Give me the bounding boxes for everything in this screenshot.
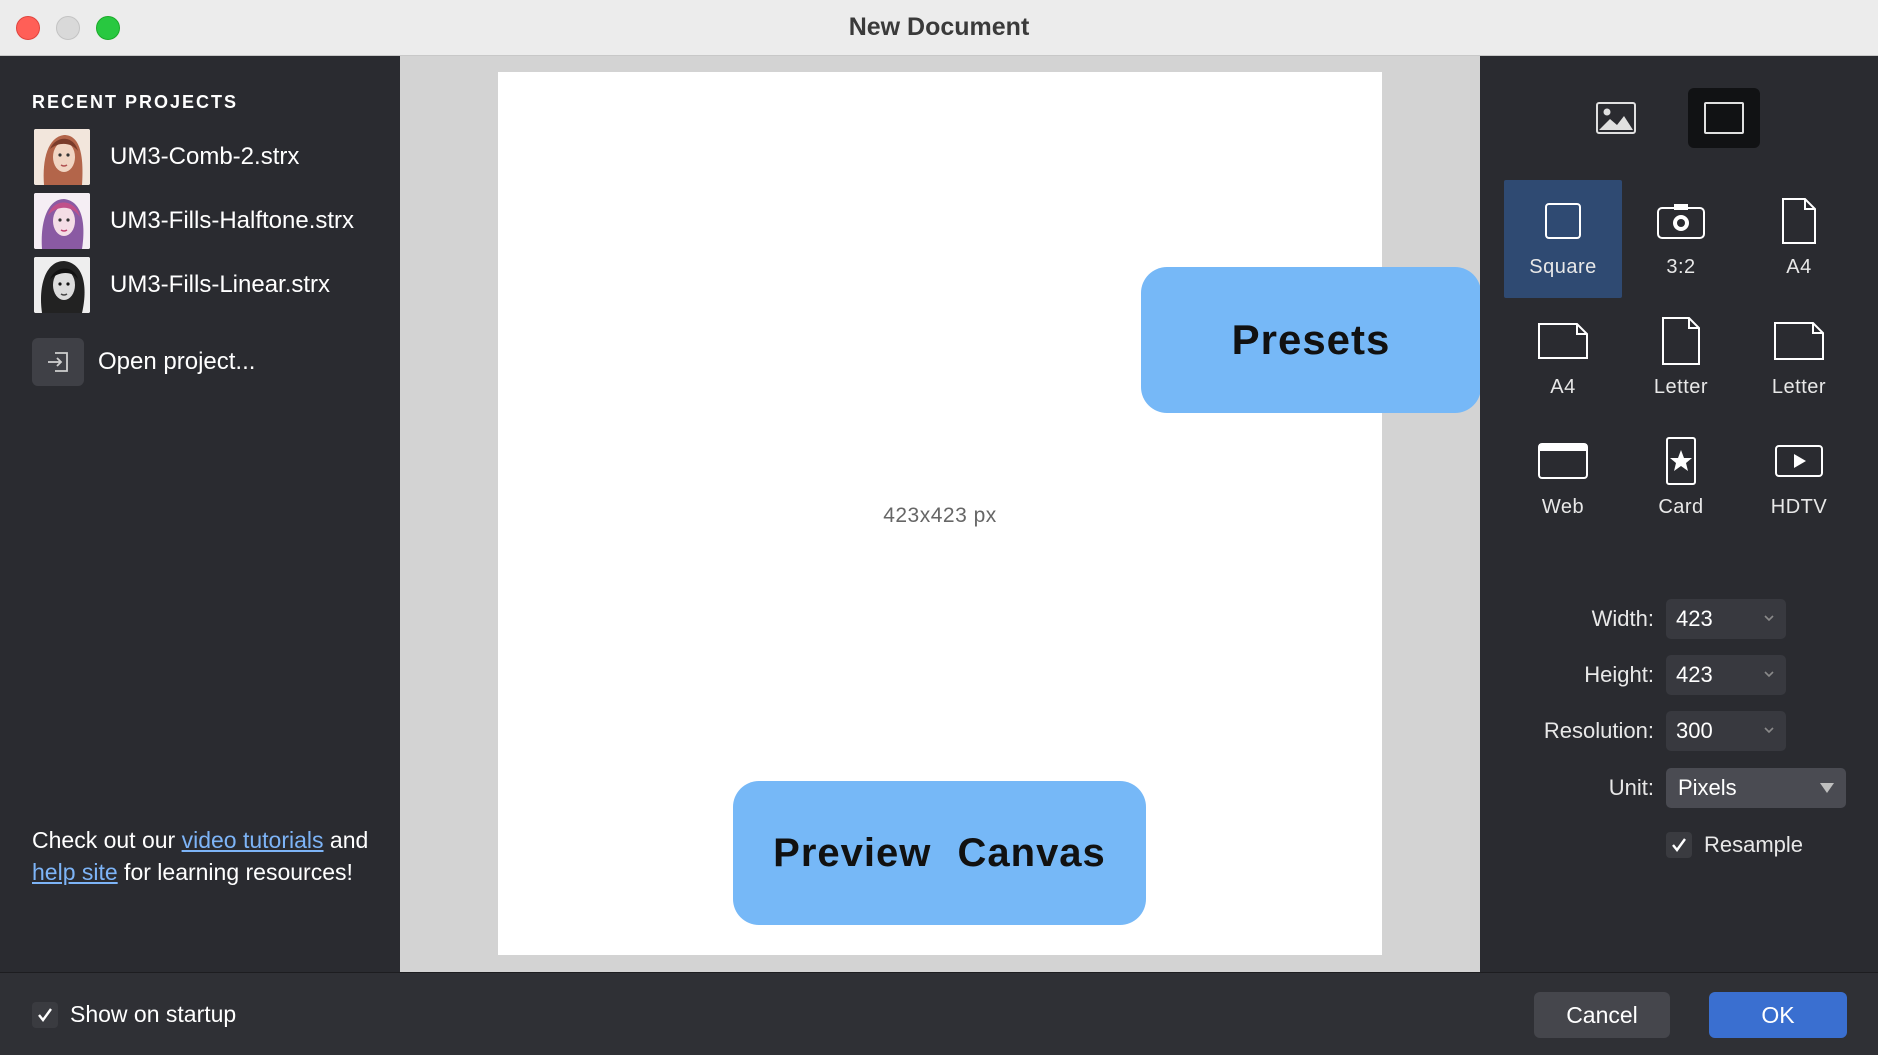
window-title: New Document <box>848 13 1030 41</box>
preset-letter-landscape[interactable]: Letter <box>1740 300 1858 418</box>
cancel-button[interactable]: Cancel <box>1534 992 1670 1038</box>
project-name: UM3-Comb-2.strx <box>110 143 300 170</box>
preset-label: Letter <box>1771 376 1827 398</box>
blank-canvas-button[interactable] <box>1688 88 1760 148</box>
show-on-startup-label: Show on startup <box>70 1001 237 1027</box>
project-thumbnail <box>34 193 90 249</box>
portrait-page-icon <box>1782 198 1816 244</box>
settings-panel: Square 3:2 A4 A4 Letter Letter Web Card … <box>1480 56 1878 972</box>
blank-canvas-icon <box>1704 102 1744 134</box>
help-text: Check out our video tutorials and help s… <box>32 824 372 888</box>
unit-label: Unit: <box>1608 775 1654 800</box>
preset-hdtv[interactable]: HDTV <box>1740 420 1858 538</box>
camera-icon <box>1657 204 1705 239</box>
unit-value: Pixels <box>1678 775 1737 800</box>
landscape-page-icon <box>1774 322 1824 360</box>
recent-project-item[interactable]: UM3-Fills-Halftone.strx <box>34 193 394 249</box>
recent-projects-heading: RECENT PROJECTS <box>32 92 239 112</box>
width-value: 423 <box>1676 606 1713 631</box>
resolution-label: Resolution: <box>1543 718 1654 743</box>
ok-button[interactable]: OK <box>1709 992 1847 1038</box>
dropdown-arrow-icon <box>1820 783 1834 793</box>
help-site-link[interactable]: help site <box>32 859 118 885</box>
preset-letter-portrait[interactable]: Letter <box>1622 300 1740 418</box>
video-tutorials-link[interactable]: video tutorials <box>182 827 324 853</box>
portrait-page-icon <box>1662 317 1700 365</box>
open-project-label: Open project... <box>98 348 256 375</box>
preset-label: A4 <box>1550 376 1576 398</box>
preset-label: HDTV <box>1770 496 1828 518</box>
unit-select[interactable]: Pixels <box>1666 768 1846 808</box>
recent-projects-sidebar: RECENT PROJECTS UM3-Comb-2.strx UM3-Fill… <box>0 56 400 972</box>
help-text-prefix: Check out our <box>32 827 182 853</box>
play-screen-icon <box>1775 445 1823 477</box>
help-text-mid: and <box>323 827 369 853</box>
preset-label: 3:2 <box>1666 256 1696 278</box>
recent-project-item[interactable]: UM3-Fills-Linear.strx <box>34 257 394 313</box>
browser-window-icon <box>1538 443 1588 479</box>
preset-square[interactable]: Square <box>1504 180 1622 298</box>
preset-label: Web <box>1541 496 1585 518</box>
open-file-icon <box>32 338 84 386</box>
width-label: Width: <box>1591 606 1654 631</box>
preset-a4-portrait[interactable]: A4 <box>1740 180 1858 298</box>
show-on-startup-checkbox[interactable]: Show on startup <box>32 1001 236 1028</box>
preset-card[interactable]: Card <box>1622 420 1740 538</box>
show-on-startup-check-icon <box>32 1001 58 1028</box>
resample-label: Resample <box>1704 832 1804 857</box>
open-project-button[interactable]: Open project... <box>32 338 255 386</box>
height-combobox[interactable]: 423 <box>1666 655 1786 695</box>
project-thumbnail <box>34 257 90 313</box>
preset-web[interactable]: Web <box>1504 420 1622 538</box>
preset-label: A4 <box>1786 256 1812 278</box>
project-thumbnail <box>34 129 90 185</box>
landscape-orientation-button[interactable] <box>1580 88 1652 148</box>
chevron-down-icon <box>1764 615 1774 622</box>
height-label: Height: <box>1584 662 1654 687</box>
preset-label: Letter <box>1653 376 1709 398</box>
canvas-size-label: 423x423 px <box>883 504 997 527</box>
resample-checkbox[interactable]: Resample <box>1666 832 1803 858</box>
preview-canvas-callout: Preview Canvas <box>733 781 1146 925</box>
preset-3-2[interactable]: 3:2 <box>1622 180 1740 298</box>
square-icon <box>1545 203 1581 239</box>
presets-callout: Presets <box>1141 267 1481 413</box>
preset-label: Card <box>1658 496 1704 518</box>
preset-label: Square <box>1529 256 1597 278</box>
dialog-footer: Show on startup Cancel OK <box>0 972 1878 1055</box>
star-card-icon <box>1666 437 1696 485</box>
help-text-suffix: for learning resources! <box>117 859 353 885</box>
title-bar: New Document <box>0 0 1878 56</box>
recent-project-item[interactable]: UM3-Comb-2.strx <box>34 129 394 185</box>
preset-a4-landscape[interactable]: A4 <box>1504 300 1622 418</box>
resolution-value: 300 <box>1676 718 1713 743</box>
height-value: 423 <box>1676 662 1713 687</box>
chevron-down-icon <box>1764 727 1774 734</box>
width-combobox[interactable]: 423 <box>1666 599 1786 639</box>
project-name: UM3-Fills-Halftone.strx <box>110 207 355 234</box>
project-name: UM3-Fills-Linear.strx <box>110 271 331 298</box>
resolution-combobox[interactable]: 300 <box>1666 711 1786 751</box>
landscape-page-icon <box>1538 323 1588 359</box>
chevron-down-icon <box>1764 671 1774 678</box>
resample-check-icon <box>1666 832 1692 858</box>
landscape-image-icon <box>1596 102 1636 134</box>
